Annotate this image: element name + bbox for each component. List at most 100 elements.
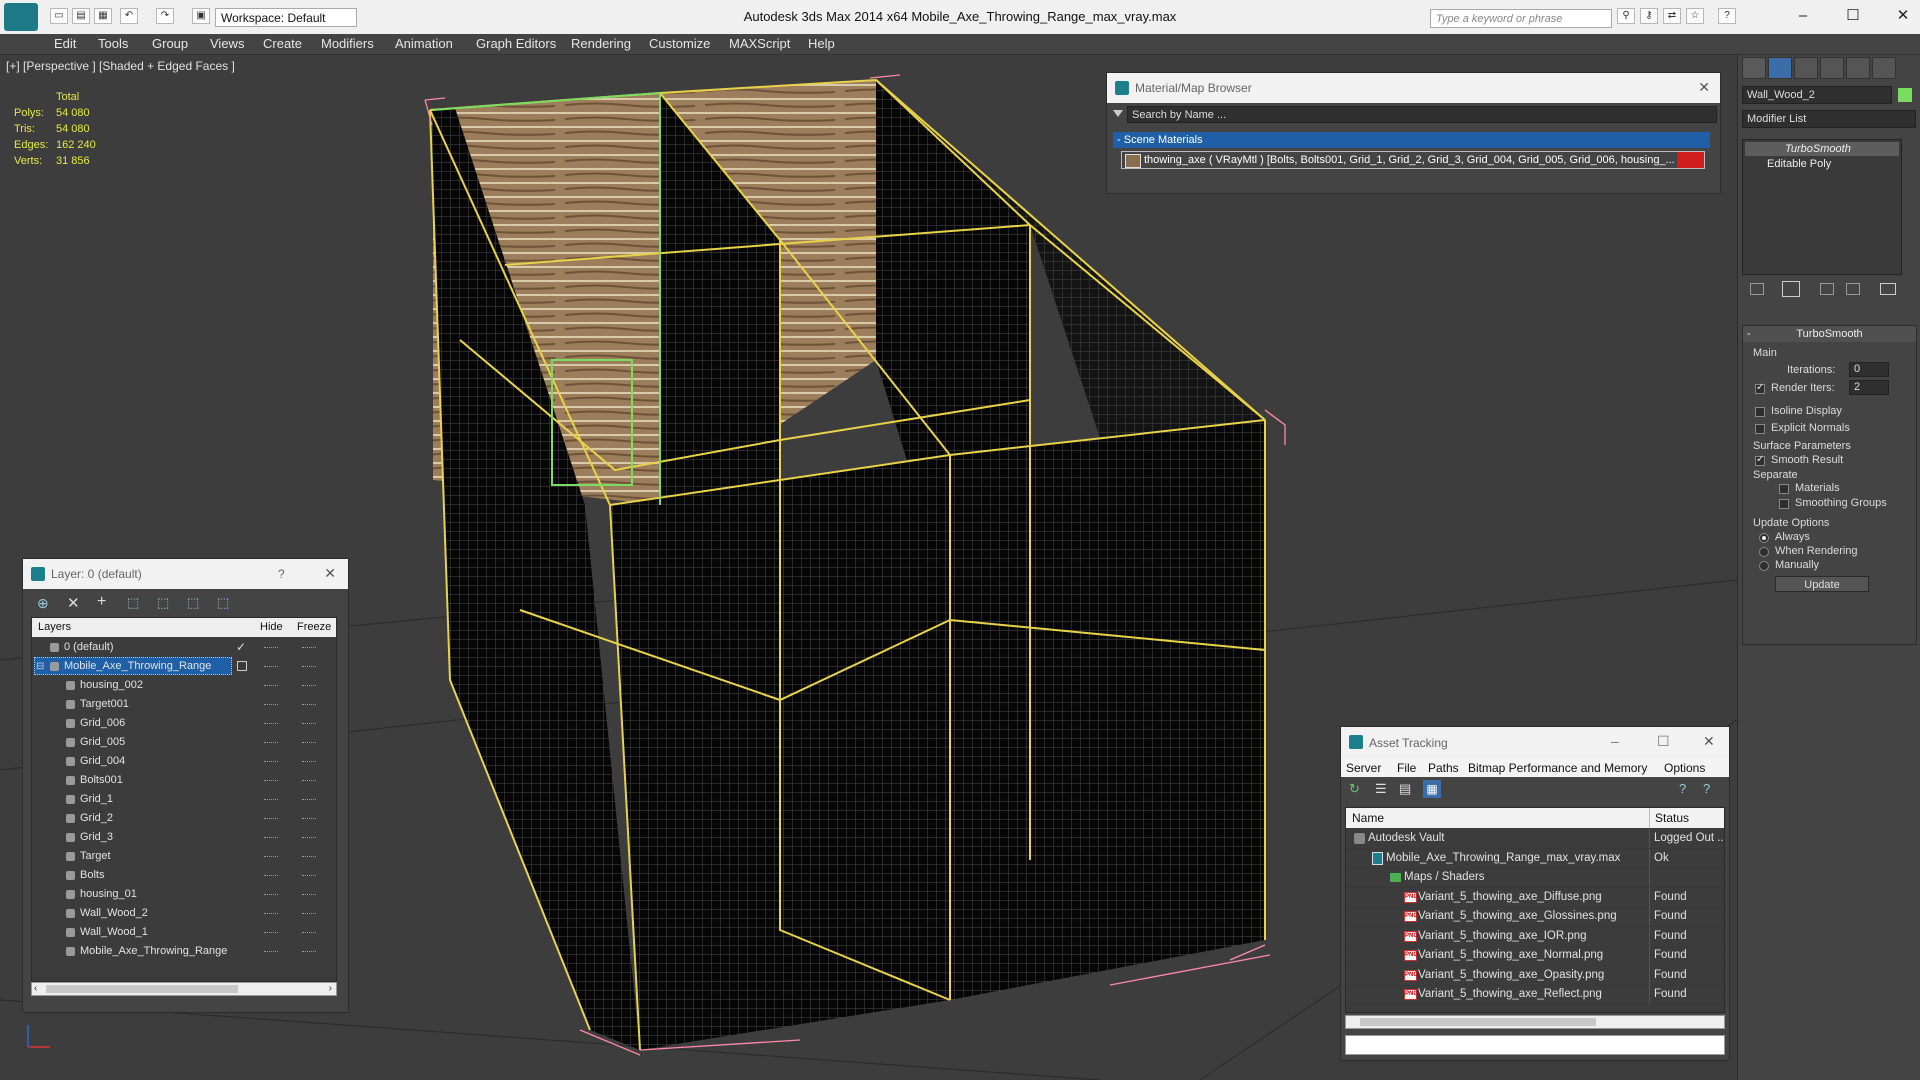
freeze-toggle[interactable] <box>302 951 316 953</box>
asset-row[interactable]: PNG Variant_5_thowing_axe_Diffuse.png Foun… <box>1346 887 1724 908</box>
utilities-tab-icon[interactable] <box>1872 57 1896 79</box>
modifier-list-dropdown[interactable]: Modifier List <box>1742 110 1916 128</box>
show-end-result-icon[interactable] <box>1782 281 1800 297</box>
asset-menu-options[interactable]: Options <box>1664 759 1705 777</box>
hide-all-icon[interactable]: ⬚ <box>187 595 199 611</box>
layer-horizontal-scrollbar[interactable]: ‹ › <box>31 982 337 996</box>
layer-row[interactable]: Bolts001 <box>32 771 334 790</box>
layer-row[interactable]: Target001 <box>32 695 334 714</box>
hide-toggle[interactable] <box>264 761 278 763</box>
create-layer-icon[interactable]: ⊕ <box>37 595 49 612</box>
freeze-toggle[interactable] <box>302 666 316 668</box>
update-when-rendering-radio[interactable] <box>1759 547 1769 557</box>
turbosmooth-rollout-header[interactable]: - TurboSmooth <box>1743 326 1916 342</box>
freeze-toggle[interactable] <box>302 780 316 782</box>
hide-toggle[interactable] <box>264 875 278 877</box>
hide-toggle[interactable] <box>264 951 278 953</box>
favorites-star-icon[interactable]: ☆ <box>1686 8 1704 24</box>
layer-scroll-thumb[interactable] <box>46 985 238 993</box>
freeze-toggle[interactable] <box>302 913 316 915</box>
table-view-icon[interactable]: ▦ <box>1423 780 1441 798</box>
asset-horizontal-scrollbar[interactable] <box>1345 1015 1725 1029</box>
asset-scroll-thumb[interactable] <box>1360 1018 1596 1026</box>
menu-tools[interactable]: Tools <box>98 36 128 51</box>
filter-menu-icon[interactable] <box>1113 110 1123 117</box>
remove-modifier-icon[interactable] <box>1846 283 1860 295</box>
menu-group[interactable]: Group <box>152 36 188 51</box>
asset-row[interactable]: PNG Variant_5_thowing_axe_Glossines.png Fo… <box>1346 907 1724 927</box>
delete-layer-icon[interactable]: ✕ <box>67 594 80 612</box>
layer-row[interactable]: Grid_006 <box>32 714 334 733</box>
motion-tab-icon[interactable] <box>1820 57 1844 79</box>
close-icon[interactable]: ✕ <box>1888 4 1918 28</box>
asset-row[interactable]: PNG Variant_5_thowing_axe_Opasity.png Foun… <box>1346 965 1724 986</box>
set-active-layer-icon[interactable] <box>237 661 247 671</box>
freeze-toggle[interactable] <box>302 723 316 725</box>
object-name-field[interactable]: Wall_Wood_2 <box>1742 86 1892 104</box>
asset-row[interactable]: Maps / Shaders <box>1346 868 1724 888</box>
hide-toggle[interactable] <box>264 647 278 649</box>
freeze-toggle[interactable] <box>302 761 316 763</box>
freeze-toggle[interactable] <box>302 837 316 839</box>
asset-menu-file[interactable]: File <box>1397 759 1416 777</box>
hide-toggle[interactable] <box>264 799 278 801</box>
update-manually-radio[interactable] <box>1759 561 1769 571</box>
materials-checkbox[interactable] <box>1779 484 1789 494</box>
scene-materials-section[interactable]: - Scene Materials <box>1113 132 1710 148</box>
close-icon[interactable]: ✕ <box>324 565 336 582</box>
make-unique-icon[interactable] <box>1820 283 1834 295</box>
layers-column-header[interactable]: Layers <box>38 618 71 637</box>
layer-row[interactable]: Bolts <box>32 866 334 885</box>
smoothing-groups-checkbox[interactable] <box>1779 499 1789 509</box>
scroll-left-icon[interactable]: ‹ <box>34 983 37 994</box>
active-layer-check-icon[interactable]: ✓ <box>236 638 246 657</box>
render-iters-spinner[interactable]: 2 <box>1849 380 1889 395</box>
hide-toggle[interactable] <box>264 818 278 820</box>
render-iters-checkbox[interactable]: ✓ <box>1755 382 1765 394</box>
configure-modifier-icon[interactable] <box>1880 283 1896 295</box>
close-icon[interactable]: ✕ <box>1703 733 1715 750</box>
menu-edit[interactable]: Edit <box>54 36 76 51</box>
menu-modifiers[interactable]: Modifiers <box>321 36 374 51</box>
list-view-icon[interactable]: ☰ <box>1375 781 1387 797</box>
freeze-column-header[interactable]: Freeze <box>297 618 331 637</box>
freeze-toggle[interactable] <box>302 799 316 801</box>
layer-row[interactable]: Grid_005 <box>32 733 334 752</box>
menu-animation[interactable]: Animation <box>395 36 453 51</box>
menu-maxscript[interactable]: MAXScript <box>729 36 790 51</box>
layer-row[interactable]: Wall_Wood_2 <box>32 904 334 923</box>
explicit-normals-checkbox[interactable] <box>1755 424 1765 434</box>
hide-toggle[interactable] <box>264 894 278 896</box>
details-view-icon[interactable]: ▤ <box>1399 781 1411 797</box>
maximize-icon[interactable]: ☐ <box>1838 4 1868 28</box>
freeze-toggle[interactable] <box>302 742 316 744</box>
highlight-layer-icon[interactable]: ⬚ <box>157 595 169 611</box>
menu-rendering[interactable]: Rendering <box>571 36 631 51</box>
layer-row[interactable]: Grid_004 <box>32 752 334 771</box>
freeze-toggle[interactable] <box>302 647 316 649</box>
asset-menu-bitmap-performance[interactable]: Bitmap Performance and Memory <box>1468 759 1647 777</box>
asset-row[interactable]: PNG Variant_5_thowing_axe_IOR.png Found <box>1346 926 1724 947</box>
freeze-toggle[interactable] <box>302 704 316 706</box>
hide-toggle[interactable] <box>264 723 278 725</box>
freeze-all-icon[interactable]: ⬚ <box>217 595 229 611</box>
menu-views[interactable]: Views <box>210 36 244 51</box>
hide-toggle[interactable] <box>264 704 278 706</box>
layer-dialog-header[interactable]: Layer: 0 (default) ? ✕ <box>23 559 348 589</box>
freeze-toggle[interactable] <box>302 894 316 896</box>
pin-stack-icon[interactable] <box>1750 283 1764 295</box>
add-to-layer-icon[interactable]: + <box>97 593 106 611</box>
hide-toggle[interactable] <box>264 666 278 668</box>
hide-toggle[interactable] <box>264 780 278 782</box>
layer-row[interactable]: ⊟ Mobile_Axe_Throwing_Range <box>32 657 334 676</box>
stack-item-editable-poly[interactable]: Editable Poly <box>1745 157 1899 171</box>
stack-item-turbosmooth[interactable]: TurboSmooth <box>1745 142 1899 156</box>
minimize-icon[interactable]: – <box>1788 4 1818 28</box>
layer-row[interactable]: Grid_3 <box>32 828 334 847</box>
hide-toggle[interactable] <box>264 913 278 915</box>
freeze-toggle[interactable] <box>302 818 316 820</box>
key-icon[interactable]: ⚷ <box>1640 8 1658 24</box>
layer-row[interactable]: Grid_2 <box>32 809 334 828</box>
layer-row[interactable]: Target <box>32 847 334 866</box>
hide-toggle[interactable] <box>264 685 278 687</box>
